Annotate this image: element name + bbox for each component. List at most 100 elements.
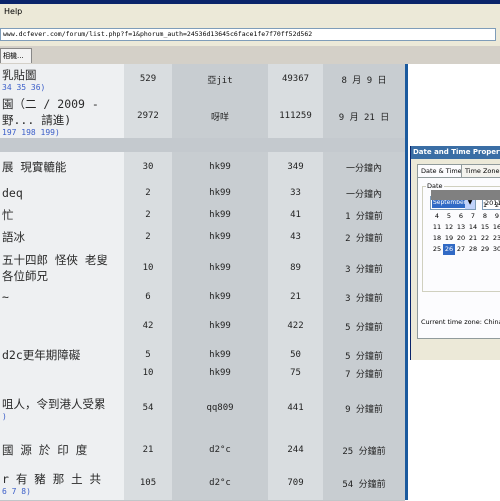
view-count: 244: [268, 434, 323, 466]
topic-title[interactable]: 野... 請進): [2, 112, 99, 128]
calendar-day[interactable]: 22: [479, 233, 491, 244]
menu-help[interactable]: Help: [4, 7, 22, 16]
topic-row: 展 現實轆能 30 hk99 349 一分鐘內: [0, 152, 405, 183]
topic-title-cell: 園（二 / 2009 - 野... 請進) 197 198 199): [0, 94, 126, 138]
calendar-day[interactable]: 27: [455, 244, 467, 255]
browser-tab-bar: 相機...: [0, 46, 500, 64]
reply-count: 2972: [124, 94, 172, 138]
topic-title[interactable]: 五十四郎 怪俠 老叟: [2, 252, 108, 268]
topic-author[interactable]: hk99: [172, 152, 268, 182]
topic-title[interactable]: 展 現實轆能: [2, 159, 66, 175]
view-count: 709: [268, 466, 323, 500]
topic-title-block: d2c更年期障礙: [2, 347, 80, 363]
last-post-time: 2 分鐘前: [323, 226, 405, 248]
calendar-day[interactable]: 23: [491, 233, 500, 244]
browser-tab[interactable]: 相機...: [0, 48, 32, 63]
topic-title-cell: 語冰: [0, 226, 126, 248]
calendar-day[interactable]: 6: [455, 211, 467, 222]
calendar-day[interactable]: 20: [455, 233, 467, 244]
calendar-day[interactable]: 13: [455, 222, 467, 233]
calendar-day[interactable]: 21: [467, 233, 479, 244]
topic-title-cell: deq: [0, 182, 126, 204]
topic-title[interactable]: 各位師兄: [2, 268, 108, 284]
topic-author[interactable]: hk99: [172, 182, 268, 204]
topic-title[interactable]: 語冰: [2, 229, 25, 245]
tab-time-zone[interactable]: Time Zone: [461, 164, 500, 177]
topic-title-cell: 五十四郎 怪俠 老叟 各位師兄: [0, 248, 126, 288]
topic-title-cell: ~: [0, 288, 126, 306]
last-post-time: 8 月 9 日: [323, 64, 405, 94]
last-post-time: 5 分鐘前: [323, 306, 405, 346]
last-post-time: 7 分鐘前: [323, 364, 405, 382]
dialog-title[interactable]: Date and Time Properties: [411, 146, 500, 159]
tab-date-time[interactable]: Date & Time: [417, 164, 466, 177]
topic-page-links[interactable]: 34 35 36): [2, 83, 45, 92]
topic-title-cell: 展 現實轆能: [0, 152, 126, 182]
calendar-day[interactable]: 9: [491, 211, 500, 222]
topic-author[interactable]: hk99: [172, 364, 268, 382]
topic-author[interactable]: qq809: [172, 382, 268, 434]
calendar-day[interactable]: 15: [479, 222, 491, 233]
topic-title[interactable]: ~: [2, 289, 9, 305]
topic-title[interactable]: r 有 豬 那 土 共: [2, 471, 101, 487]
calendar-day[interactable]: [443, 200, 455, 211]
topic-row: d2c更年期障礙 5 hk99 50 5 分鐘前: [0, 346, 405, 365]
last-post-time: 25 分鐘前: [323, 434, 405, 466]
calendar-day[interactable]: 11: [431, 222, 443, 233]
calendar-day[interactable]: 7: [467, 211, 479, 222]
calendar: 1 2 4 5 6 7 8 9 11 12 13 14 15 16 18 19 20 21 22 23 25 26 27 28…: [431, 190, 500, 255]
reply-count: 42: [124, 306, 172, 346]
calendar-day[interactable]: 14: [467, 222, 479, 233]
calendar-day[interactable]: 4: [431, 211, 443, 222]
calendar-day[interactable]: 2: [491, 200, 500, 211]
topic-author[interactable]: 呀咩: [172, 94, 268, 138]
calendar-day[interactable]: 29: [479, 244, 491, 255]
topic-title-cell: d2c更年期障礙: [0, 346, 126, 364]
topic-title[interactable]: 園（二 / 2009 -: [2, 96, 99, 112]
topic-page-links[interactable]: 197 198 199): [2, 128, 99, 137]
topic-title[interactable]: deq: [2, 185, 23, 201]
topic-title-cell: 乳貼圖 34 35 36): [0, 64, 126, 94]
calendar-day[interactable]: 16: [491, 222, 500, 233]
topic-author[interactable]: 亞jit: [172, 64, 268, 94]
calendar-day[interactable]: 5: [443, 211, 455, 222]
topic-author[interactable]: hk99: [172, 306, 268, 346]
topic-page-links[interactable]: ): [2, 412, 106, 421]
topic-author[interactable]: hk99: [172, 248, 268, 288]
calendar-day[interactable]: 30: [491, 244, 500, 255]
calendar-day[interactable]: 1: [479, 200, 491, 211]
calendar-day[interactable]: 28: [467, 244, 479, 255]
reply-count: 5: [124, 346, 172, 364]
topic-title[interactable]: 乳貼圖: [2, 67, 45, 83]
topic-title[interactable]: d2c更年期障礙: [2, 347, 80, 363]
calendar-day[interactable]: 25: [431, 244, 443, 255]
last-post-time: 5 分鐘前: [323, 346, 405, 364]
date-time-dialog: Date and Time Properties Date & Time Tim…: [410, 146, 500, 360]
topic-author[interactable]: hk99: [172, 226, 268, 248]
url-field[interactable]: www.dcfever.com/forum/list.php?f=1&phoru…: [0, 28, 496, 41]
topic-title[interactable]: 咀人，令到港人受累: [2, 396, 106, 412]
topic-author[interactable]: d2°c: [172, 434, 268, 466]
topic-row: ~6 hk99 21 3 分鐘前: [0, 288, 405, 307]
view-count: 49367: [268, 64, 323, 94]
topic-row: 語冰 2 hk99 43 2 分鐘前: [0, 226, 405, 249]
calendar-day[interactable]: [455, 200, 467, 211]
topic-author[interactable]: hk99: [172, 288, 268, 306]
topic-title[interactable]: 國 源 於 印 度: [2, 442, 87, 458]
calendar-day[interactable]: 18: [431, 233, 443, 244]
topic-author[interactable]: hk99: [172, 204, 268, 226]
calendar-day[interactable]: 12: [443, 222, 455, 233]
calendar-day[interactable]: [431, 200, 443, 211]
calendar-day[interactable]: 8: [479, 211, 491, 222]
topic-page-links[interactable]: 6 7 8): [2, 487, 101, 496]
topic-title[interactable]: 忙: [2, 207, 14, 223]
calendar-day[interactable]: 26: [443, 244, 455, 255]
topic-title-block: 乳貼圖 34 35 36): [2, 67, 45, 92]
reply-count: 2: [124, 204, 172, 226]
calendar-day[interactable]: [467, 200, 479, 211]
calendar-day[interactable]: 19: [443, 233, 455, 244]
topic-title-block: 園（二 / 2009 - 野... 請進) 197 198 199): [2, 96, 99, 137]
topic-author[interactable]: hk99: [172, 346, 268, 364]
view-count: 422: [268, 306, 323, 346]
topic-author[interactable]: d2°c: [172, 466, 268, 500]
